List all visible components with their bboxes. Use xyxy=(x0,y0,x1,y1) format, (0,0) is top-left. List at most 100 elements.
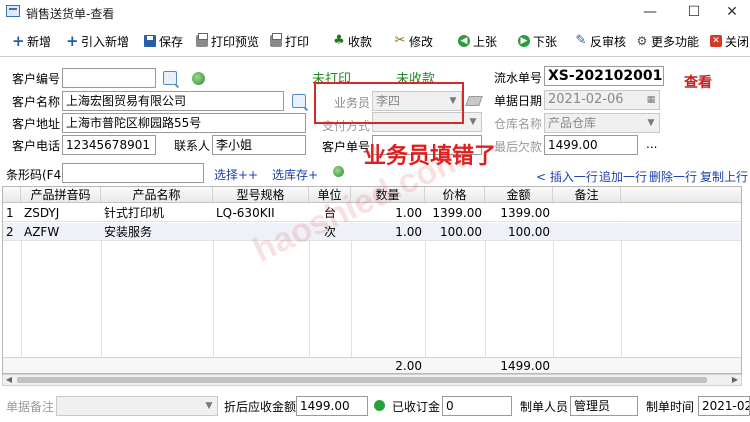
grid-header-cell[interactable]: 产品拼音码 xyxy=(21,187,101,203)
scroll-right-icon[interactable]: ▶ xyxy=(729,375,741,385)
total-amount: 1499.00 xyxy=(500,359,550,373)
customer-name-label: 客户名称 xyxy=(12,95,61,109)
grid-header-cell[interactable]: 产品名称 xyxy=(101,187,213,203)
amount-cell[interactable]: 100.00 xyxy=(485,223,553,241)
grid-header-rownum xyxy=(3,187,21,203)
search-icon[interactable] xyxy=(163,71,177,85)
grid-header-cell[interactable]: 数量 xyxy=(351,187,425,203)
globe-icon[interactable] xyxy=(333,166,344,177)
close-window-button[interactable]: ✕ xyxy=(712,0,750,24)
grid-header-cell[interactable]: 型号规格 xyxy=(213,187,309,203)
unit-cell[interactable]: 台 xyxy=(309,204,351,222)
discount-amount-input[interactable]: 1499.00 xyxy=(296,396,368,416)
edit-button[interactable]: ✂ 修改 xyxy=(394,30,433,52)
total-qty: 2.00 xyxy=(395,359,422,373)
prev-button[interactable]: ◀ 上张 xyxy=(458,30,497,52)
barcode-input[interactable] xyxy=(62,163,204,183)
print-button[interactable]: 打印 xyxy=(270,30,309,52)
footer-bar: 单据备注 ▼ 折后应收金额 1499.00 已收订金 0 制单人员 管理员 制单… xyxy=(0,392,750,422)
qty-cell[interactable]: 1.00 xyxy=(351,204,425,222)
more-dots-button[interactable]: ... xyxy=(646,137,657,151)
append-row-link[interactable]: 追加一行 xyxy=(599,168,647,185)
more-button[interactable]: ⚙ 更多功能 xyxy=(636,30,699,52)
maximize-button[interactable]: ☐ xyxy=(674,0,714,24)
product-code-cell[interactable]: ZSDYJ xyxy=(21,204,101,222)
grid-header-cell[interactable]: 单位 xyxy=(309,187,351,203)
product-grid[interactable]: 产品拼音码 产品名称 型号规格 单位 数量 价格 金额 备注 1 ZSDYJ 针… xyxy=(2,186,742,374)
arrow-right-icon: ▶ xyxy=(518,35,530,47)
maker-input[interactable]: 管理员 xyxy=(570,396,638,416)
minimize-button[interactable]: — xyxy=(630,0,670,24)
grid-header: 产品拼音码 产品名称 型号规格 单位 数量 价格 金额 备注 xyxy=(3,187,741,203)
discount-amount-label: 折后应收金额 xyxy=(224,400,297,414)
grid-header-cell[interactable]: 金额 xyxy=(485,187,553,203)
note-cell[interactable] xyxy=(553,204,621,222)
next-button[interactable]: ▶ 下张 xyxy=(518,30,557,52)
copy-row-link[interactable]: 复制上行 xyxy=(700,168,748,185)
model-cell[interactable]: LQ-630KII xyxy=(213,204,309,222)
customer-phone-label: 客户电话 xyxy=(12,139,61,153)
price-cell[interactable]: 1399.00 xyxy=(425,204,485,222)
remark-input[interactable]: ▼ xyxy=(56,396,218,416)
warehouse-select[interactable]: 产品仓库 ▼ xyxy=(544,113,660,133)
close-icon: ✕ xyxy=(710,35,722,47)
customer-code-input[interactable] xyxy=(62,68,156,88)
serial-label: 流水单号 xyxy=(494,71,543,85)
window-title: 销售送货单-查看 xyxy=(26,7,115,21)
customer-name-input[interactable]: 上海宏图贸易有限公司 xyxy=(62,91,284,111)
product-name-cell[interactable]: 针式打印机 xyxy=(101,204,213,222)
import-new-button[interactable]: + 引入新增 xyxy=(66,30,129,52)
customer-address-input[interactable]: 上海市普陀区柳园路55号 xyxy=(62,113,306,133)
amount-input[interactable]: 1499.00 xyxy=(544,135,638,155)
table-row[interactable]: 2 AZFW 安装服务 次 1.00 100.00 100.00 xyxy=(3,223,741,241)
collect-button[interactable]: ♣ 收款 xyxy=(333,30,372,52)
model-cell[interactable] xyxy=(213,223,309,241)
printer-icon xyxy=(270,33,282,47)
chevron-down-icon: ▼ xyxy=(647,118,655,128)
deposit-input[interactable]: 0 xyxy=(442,396,512,416)
horizontal-scrollbar[interactable]: ◀ ▶ xyxy=(2,374,742,386)
unaudit-button[interactable]: ✎ 反审核 xyxy=(575,30,626,52)
delete-row-link[interactable]: 删除一行 xyxy=(649,168,697,185)
annotation-text: 业务员填错了 xyxy=(364,143,497,169)
save-icon xyxy=(144,35,156,47)
printer-icon xyxy=(196,33,208,47)
insert-row-link[interactable]: < 插入一行 xyxy=(536,168,598,185)
globe-icon[interactable] xyxy=(192,72,205,85)
unit-cell[interactable]: 次 xyxy=(309,223,351,241)
new-button[interactable]: + 新增 xyxy=(12,30,51,52)
status-dot-icon xyxy=(374,400,385,411)
scroll-left-icon[interactable]: ◀ xyxy=(3,375,15,385)
customer-phone-input[interactable]: 12345678901 xyxy=(62,135,156,155)
serial-input[interactable]: XS-202102001 xyxy=(544,66,664,86)
grid-header-cell[interactable]: 备注 xyxy=(553,187,621,203)
qty-cell[interactable]: 1.00 xyxy=(351,223,425,241)
maker-label: 制单人员 xyxy=(520,400,569,414)
plus-icon: + xyxy=(12,32,25,50)
eraser-icon[interactable] xyxy=(465,96,483,106)
grid-total-row: 2.00 1499.00 xyxy=(3,357,741,373)
price-cell[interactable]: 100.00 xyxy=(425,223,485,241)
product-name-cell[interactable]: 安装服务 xyxy=(101,223,213,241)
date-input[interactable]: 2021-02-06 ▦ xyxy=(544,90,660,110)
arrow-left-icon: ◀ xyxy=(458,35,470,47)
table-row[interactable]: 1 ZSDYJ 针式打印机 LQ-630KII 台 1.00 1399.00 1… xyxy=(3,204,741,222)
amount-label: 最后欠款 xyxy=(494,140,543,154)
audit-icon: ✎ xyxy=(575,33,587,48)
close-button[interactable]: ✕ 关闭 xyxy=(710,30,749,52)
view-mode-tag: 查看 xyxy=(684,75,712,91)
product-code-cell[interactable]: AZFW xyxy=(21,223,101,241)
amount-cell[interactable]: 1399.00 xyxy=(485,204,553,222)
toolbar: + 新增 + 引入新增 保存 打印预览 打印 ♣ 收款 ✂ 修改 ◀ 上张 ▶ … xyxy=(0,27,750,53)
grid-header-cell[interactable]: 价格 xyxy=(425,187,485,203)
search-icon[interactable] xyxy=(292,94,306,108)
scroll-thumb[interactable] xyxy=(17,377,707,383)
select-product-link[interactable]: 选择++ xyxy=(214,166,258,183)
select-stock-link[interactable]: 选库存+ xyxy=(272,166,318,183)
make-time-input[interactable]: 2021-02-0 xyxy=(698,396,750,416)
make-time-label: 制单时间 xyxy=(646,400,695,414)
print-preview-button[interactable]: 打印预览 xyxy=(196,30,259,52)
save-button[interactable]: 保存 xyxy=(144,30,183,52)
note-cell[interactable] xyxy=(553,223,621,241)
contact-input[interactable]: 李小姐 xyxy=(212,135,306,155)
